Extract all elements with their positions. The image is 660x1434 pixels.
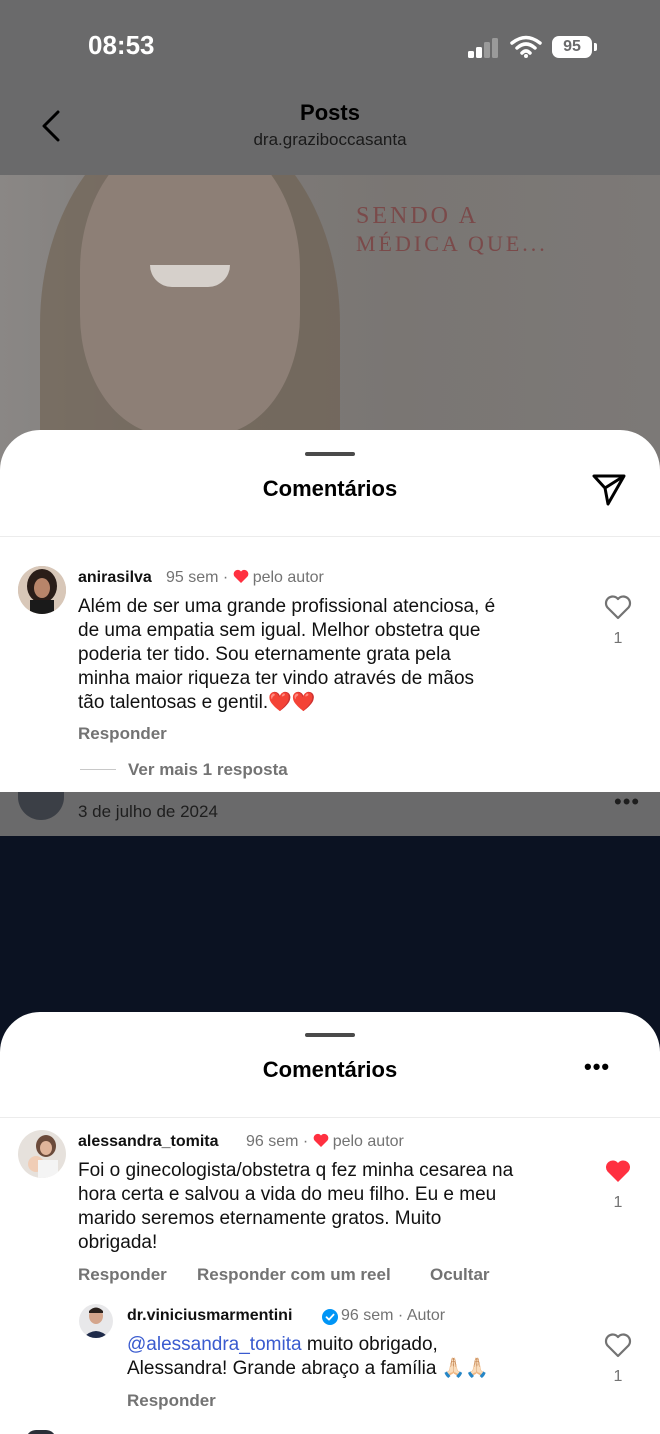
avatar-image <box>79 1304 113 1338</box>
post-text-line1: SENDO A <box>356 203 480 229</box>
comments-sheet-2: Comentários ••• alessandra_tomita 96 sem… <box>0 1012 660 1434</box>
sheet-drag-handle[interactable] <box>305 1033 355 1037</box>
verified-badge-icon <box>322 1309 338 1325</box>
comment-text: Foi o ginecologista/obstetra q fez minha… <box>78 1159 513 1255</box>
post-photo-smile <box>150 265 230 287</box>
like-count: 1 <box>613 1368 623 1385</box>
reply-text: @alessandra_tomita muito obrigado, Aless… <box>127 1333 489 1381</box>
meta-separator: · <box>302 1133 309 1150</box>
post-text-line2: MÉDICA QUE... <box>356 231 548 256</box>
reply-line: @alessandra_tomita muito obrigado, <box>127 1333 489 1357</box>
comment-meta: 96 sem · pelo autor <box>246 1133 404 1151</box>
status-icons: 95 <box>466 34 606 64</box>
avatar[interactable] <box>18 1130 66 1178</box>
heart-filled-icon <box>233 569 249 583</box>
comment-time: 95 sem <box>166 569 219 586</box>
like-heart-icon[interactable] <box>604 1332 632 1358</box>
comment-line: poderia ter tido. Sou eternamente grata … <box>78 644 451 665</box>
comment-line: hora certa e salvou a vida do meu filho.… <box>78 1184 497 1205</box>
view-more-replies-button[interactable]: Ver mais 1 resposta <box>128 760 288 780</box>
reply-with-reel-button[interactable]: Responder com um reel <box>197 1265 391 1285</box>
comments-sheet-1: Comentários anirasilva 95 sem · pelo aut… <box>0 430 660 792</box>
battery-tip <box>594 43 597 51</box>
avatar[interactable] <box>79 1304 113 1338</box>
like-count: 1 <box>613 630 623 647</box>
reply-username-text: dr.viniciusmarmentini <box>127 1307 293 1324</box>
post-photo-face <box>80 175 300 435</box>
comment-username[interactable]: alessandra_tomita <box>78 1133 219 1151</box>
comment-line: obrigada! <box>78 1232 158 1253</box>
post-date-strip: 3 de julho de 2024 ••• <box>0 789 660 836</box>
sheet-drag-handle[interactable] <box>305 452 355 456</box>
sheet-divider <box>0 536 660 537</box>
comment-line: minha maior riqueza ter vindo através de… <box>78 668 475 689</box>
page-title: Posts <box>300 100 360 125</box>
comment-text: Além de ser uma grande profissional aten… <box>78 595 495 715</box>
comment-line: Além de ser uma grande profissional aten… <box>78 596 496 617</box>
author-like-label: pelo autor <box>332 1133 404 1150</box>
share-icon[interactable] <box>590 470 628 508</box>
sheet-divider <box>0 1117 660 1118</box>
wifi-icon <box>510 35 542 58</box>
reply-meta: 96 sem · Autor <box>341 1307 445 1325</box>
replies-line <box>80 769 116 770</box>
comment-line: de uma empatia sem igual. Melhor obstetr… <box>78 620 481 641</box>
like-heart-icon[interactable] <box>604 594 632 620</box>
author-like-label: pelo autor <box>252 569 324 586</box>
liked-heart-icon[interactable] <box>604 1158 632 1184</box>
more-options-icon[interactable]: ••• <box>614 789 640 815</box>
hide-button[interactable]: Ocultar <box>430 1265 490 1285</box>
reply-button[interactable]: Responder <box>78 724 167 744</box>
meta-separator: · <box>222 569 229 586</box>
sheet-title: Comentários <box>262 476 398 501</box>
avatar-image <box>18 1130 66 1178</box>
heart-filled-icon <box>313 1133 329 1147</box>
back-arrow-icon[interactable] <box>38 108 68 144</box>
sheet-title: Comentários <box>262 1057 398 1082</box>
battery-icon: 95 <box>552 36 592 58</box>
mention-link[interactable]: @alessandra_tomita <box>127 1334 302 1355</box>
post-author-avatar <box>18 792 64 820</box>
comment-line: Foi o ginecologista/obstetra q fez minha… <box>78 1160 514 1181</box>
page-subtitle: dra.graziboccasanta <box>253 130 407 149</box>
comment-line: marido seremos eternamente gratos. Muito <box>78 1208 442 1229</box>
reply-time: 96 sem <box>341 1307 394 1324</box>
next-avatar-peek <box>26 1430 56 1434</box>
reply-username[interactable]: dr.viniciusmarmentini <box>127 1307 292 1325</box>
reply-line-text: muito obrigado, <box>301 1334 438 1355</box>
more-options-icon[interactable]: ••• <box>584 1054 610 1080</box>
comment-username[interactable]: anirasilva <box>78 569 152 587</box>
reply-button[interactable]: Responder <box>127 1391 216 1411</box>
post-date: 3 de julho de 2024 <box>78 802 218 821</box>
author-tag: Autor <box>406 1307 446 1324</box>
avatar-image <box>18 566 66 614</box>
like-count: 1 <box>613 1194 623 1211</box>
comment-time: 96 sem <box>246 1133 299 1150</box>
comment-meta: 95 sem · pelo autor <box>166 569 324 587</box>
avatar[interactable] <box>18 566 66 614</box>
meta-separator: · <box>397 1307 404 1324</box>
signal-icon <box>468 38 498 58</box>
reply-line: Alessandra! Grande abraço a família 🙏🏻🙏🏻 <box>127 1358 490 1379</box>
reply-button[interactable]: Responder <box>78 1265 167 1285</box>
comment-line: tão talentosas e gentil.❤️❤️ <box>78 692 316 713</box>
status-time: 08:53 <box>88 30 155 60</box>
